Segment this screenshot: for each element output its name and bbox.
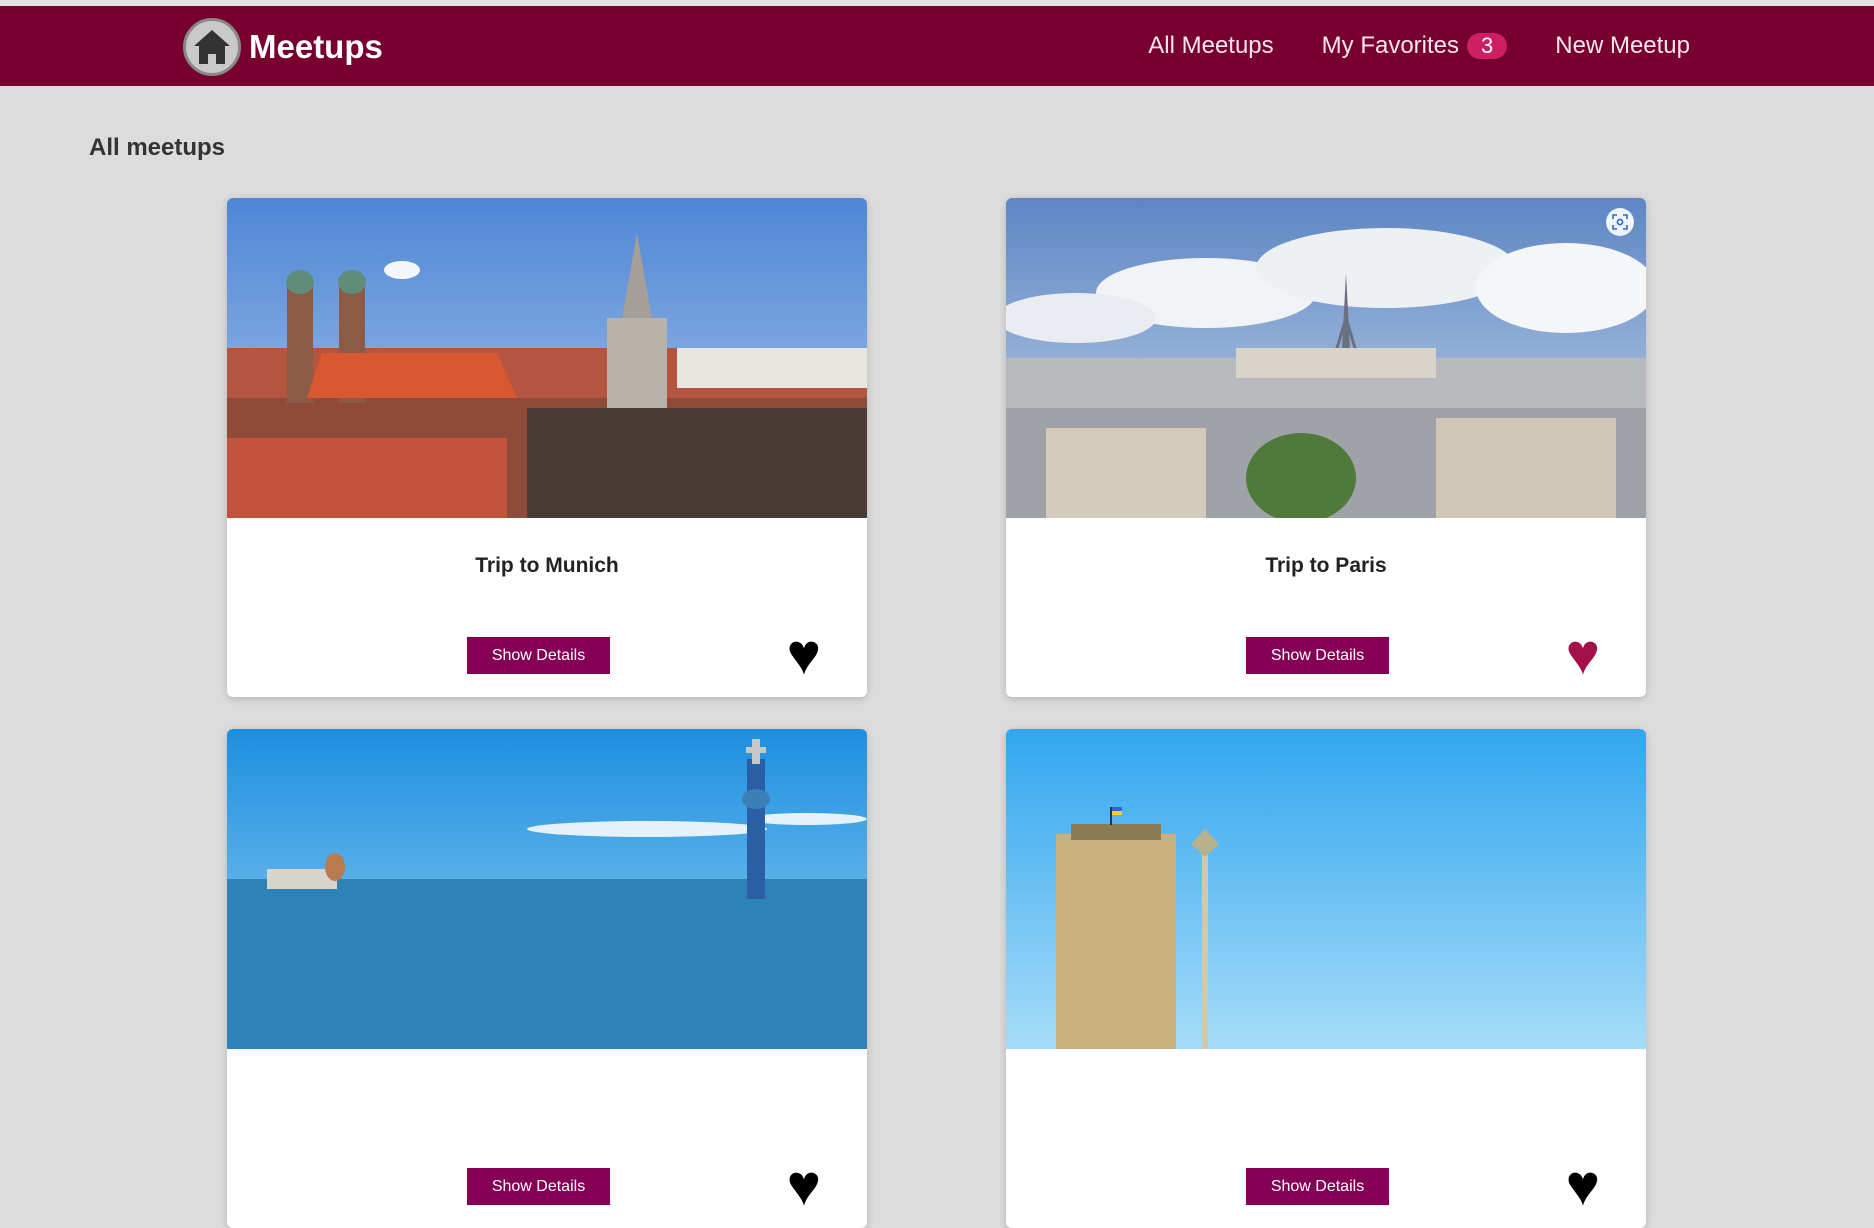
meetup-image-4 xyxy=(1006,729,1646,1049)
meetup-card: Show Details ♥ xyxy=(227,729,867,1228)
heart-icon[interactable]: ♥ xyxy=(1566,1151,1600,1221)
meetup-card: Trip to Paris Show Details ♥ xyxy=(1006,198,1646,697)
heart-icon[interactable]: ♥ xyxy=(787,1151,821,1221)
show-details-button[interactable]: Show Details xyxy=(467,637,610,674)
show-details-button[interactable]: Show Details xyxy=(467,1168,610,1205)
favorites-count-badge: 3 xyxy=(1467,33,1508,59)
meetup-title: Trip to Paris xyxy=(1265,554,1387,577)
meetup-image-paris xyxy=(1006,198,1646,518)
heart-icon[interactable]: ♥ xyxy=(787,620,821,690)
nav-my-favorites[interactable]: My Favorites 3 xyxy=(1322,32,1508,60)
home-icon xyxy=(183,18,241,76)
show-details-button[interactable]: Show Details xyxy=(1246,1168,1389,1205)
nav-new-meetup[interactable]: New Meetup xyxy=(1555,32,1690,60)
nav-all-meetups[interactable]: All Meetups xyxy=(1148,32,1273,60)
meetup-image-munich xyxy=(227,198,867,518)
meetup-title: Trip to Munich xyxy=(475,554,619,577)
app-title: Meetups xyxy=(249,28,383,65)
meetup-card: Show Details ♥ xyxy=(1006,729,1646,1228)
show-details-button[interactable]: Show Details xyxy=(1246,637,1389,674)
page-title: All meetups xyxy=(89,134,226,161)
meetup-card: Trip to Munich Show Details ♥ xyxy=(227,198,867,697)
top-navbar: Meetups All Meetups My Favorites 3 New M… xyxy=(0,6,1874,86)
nav-my-favorites-label: My Favorites xyxy=(1321,32,1460,59)
heart-icon[interactable]: ♥ xyxy=(1566,620,1600,690)
main-nav: All Meetups My Favorites 3 New Meetup xyxy=(1148,6,1690,86)
visual-search-icon[interactable] xyxy=(1606,208,1634,236)
brand[interactable]: Meetups xyxy=(183,18,383,76)
meetup-image-3 xyxy=(227,729,867,1049)
